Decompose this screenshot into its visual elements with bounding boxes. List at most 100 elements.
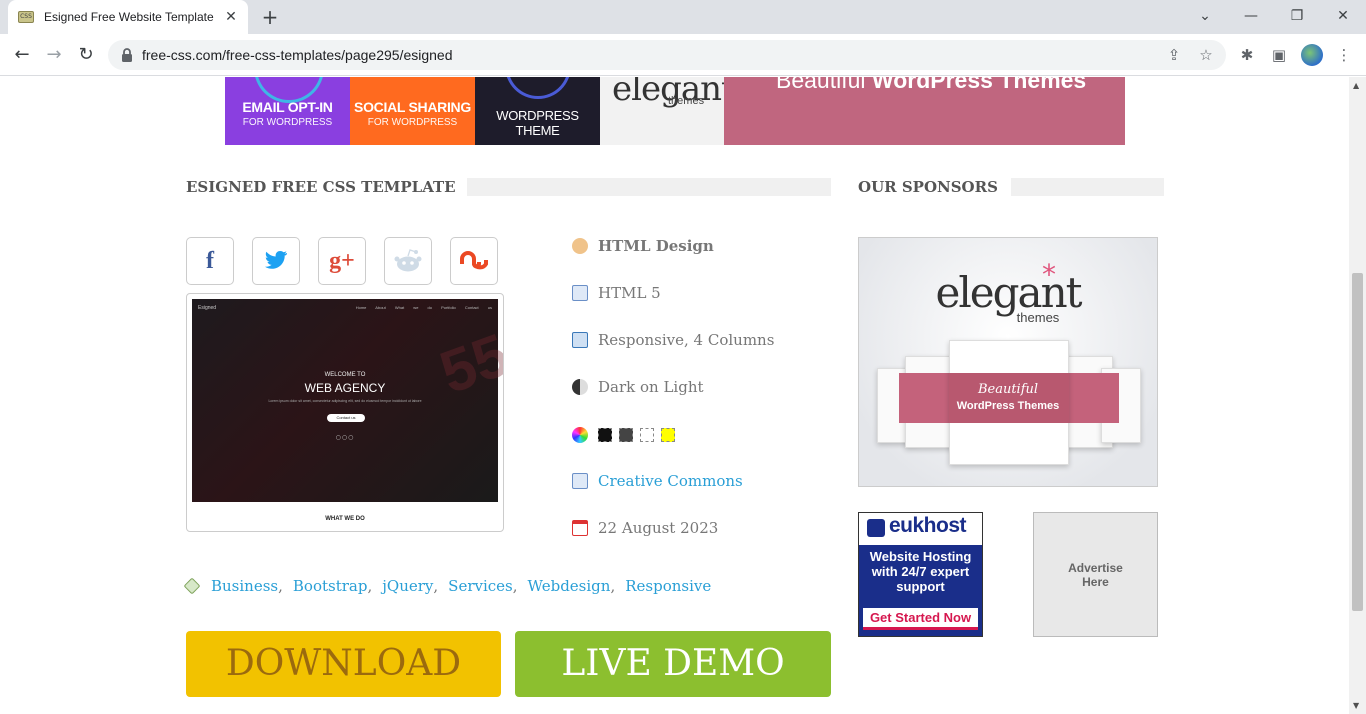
preview-brand: Esigned: [198, 305, 217, 311]
license-icon: [572, 473, 588, 489]
preview-menu: Home About What we do Portfolio Contact …: [355, 305, 492, 310]
social-title: SOCIAL SHARING: [354, 99, 471, 115]
page-title: ESIGNED FREE CSS TEMPLATE: [186, 178, 456, 196]
eukhost-cta-button[interactable]: Get Started Now: [863, 608, 978, 630]
bookmark-star-icon[interactable]: ☆: [1196, 45, 1216, 65]
google-plus-share-button[interactable]: g+: [318, 237, 366, 285]
html-code-icon: [572, 285, 588, 301]
star-icon: *: [1042, 258, 1056, 291]
page-scrollbar[interactable]: ▲ ▼: [1349, 77, 1366, 714]
live-demo-button[interactable]: LIVE DEMO: [515, 631, 831, 697]
tag-link[interactable]: jQuery: [382, 577, 433, 595]
forward-icon[interactable]: →: [41, 42, 67, 68]
themes-wordmark: themes: [1016, 310, 1060, 325]
email-optin-ad[interactable]: EMAIL OPT-IN FOR WORDPRESS: [225, 77, 350, 145]
license-link[interactable]: Creative Commons: [598, 472, 743, 490]
google-plus-icon: g+: [329, 247, 355, 274]
close-tab-icon[interactable]: ✕: [222, 8, 240, 26]
eukhost-header: eukhost: [859, 513, 982, 545]
scroll-thumb[interactable]: [1352, 273, 1363, 611]
advertise-here-box[interactable]: Advertise Here: [1033, 512, 1158, 637]
address-bar[interactable]: free-css.com/free-css-templates/page295/…: [108, 40, 1226, 70]
advertise-line2: Here: [1082, 574, 1109, 589]
stumbleupon-icon: [460, 251, 488, 270]
wp-prefix: Beautiful: [776, 77, 872, 93]
ribbon-line1: Beautiful: [977, 382, 1039, 397]
scroll-up-arrow-icon[interactable]: ▲: [1353, 81, 1359, 90]
facebook-share-button[interactable]: f: [186, 237, 234, 285]
profile-avatar[interactable]: [1301, 44, 1323, 66]
elegant-themes-sponsor-ad[interactable]: elegant * themes Beautiful WordPress The…: [858, 237, 1158, 487]
theme-text: Dark on Light: [598, 378, 704, 396]
eukhost-sponsor-ad[interactable]: eukhost Website Hosting with 24/7 expert…: [858, 512, 983, 637]
minimize-icon[interactable]: —: [1238, 4, 1264, 28]
preview-welcome: WELCOME TO: [324, 372, 366, 378]
layout-text: Responsive, 4 Columns: [598, 331, 775, 349]
side-panel-icon[interactable]: ▣: [1268, 44, 1290, 66]
template-preview-image[interactable]: 55 Esigned Home About What we do Portfol…: [186, 293, 504, 532]
eukhost-line1: Website Hosting: [869, 549, 972, 564]
eukhost-footer: Get Started Now: [859, 605, 982, 636]
tab-title: Esigned Free Website Template |: [44, 10, 214, 24]
attr-license: Creative Commons: [572, 470, 743, 492]
top-banner-ad[interactable]: EMAIL OPT-IN FOR WORDPRESS SOCIAL SHARIN…: [225, 77, 1125, 145]
tag-separator: ,: [512, 577, 518, 595]
close-window-icon[interactable]: ✕: [1330, 4, 1356, 28]
ribbon-center: [949, 373, 1069, 423]
color-swatch: [598, 428, 612, 442]
more-menu-icon[interactable]: ⋮: [1333, 44, 1355, 66]
design-text: HTML Design: [598, 237, 714, 255]
tab-strip: CSS Esigned Free Website Template | ✕ + …: [0, 0, 1366, 34]
twitter-icon: [265, 251, 287, 269]
color-swatch: [661, 428, 675, 442]
elegant-themes-logo[interactable]: elegant themes: [600, 77, 735, 145]
attr-html: HTML 5: [572, 282, 661, 304]
tag-icon: [183, 577, 201, 595]
preview-dots: ○○○: [335, 434, 355, 441]
tag-link[interactable]: Webdesign: [528, 577, 611, 595]
attr-theme: Dark on Light: [572, 376, 704, 398]
url-text[interactable]: free-css.com/free-css-templates/page295/…: [142, 40, 452, 70]
preview-lorem: Lorem ipsum dolor sit amet, consectetur …: [268, 399, 422, 403]
tag-link[interactable]: Business: [211, 577, 278, 595]
color-wheel-icon: [572, 427, 588, 443]
wordpress-theme-ad[interactable]: WORDPRESS THEME: [475, 77, 600, 145]
reddit-share-button[interactable]: [384, 237, 432, 285]
html-text: HTML 5: [598, 284, 661, 302]
date-text: 22 August 2023: [598, 519, 719, 537]
attr-date: 22 August 2023: [572, 517, 718, 539]
wordpress-themes-ad[interactable]: Beautiful WordPress Themes: [724, 77, 1125, 145]
title-divider: [467, 178, 831, 196]
designer-icon: [572, 238, 588, 254]
preview-button: Contact us: [327, 414, 365, 422]
extensions-icon[interactable]: ✱: [1236, 44, 1258, 66]
browser-toolbar: ← → ↻ free-css.com/free-css-templates/pa…: [0, 34, 1366, 76]
tag-separator: ,: [433, 577, 439, 595]
tab-search-icon[interactable]: ⌄: [1192, 4, 1218, 28]
color-swatch: [619, 428, 633, 442]
color-swatch: [640, 428, 654, 442]
stumbleupon-share-button[interactable]: [450, 237, 498, 285]
reload-icon[interactable]: ↻: [73, 42, 99, 68]
active-tab[interactable]: CSS Esigned Free Website Template | ✕: [8, 0, 248, 34]
sponsors-title: OUR SPONSORS: [858, 178, 998, 196]
download-button[interactable]: DOWNLOAD: [186, 631, 501, 697]
facebook-icon: f: [206, 247, 214, 274]
twitter-share-button[interactable]: [252, 237, 300, 285]
optin-subtitle: FOR WORDPRESS: [242, 117, 333, 128]
layout-icon: [572, 332, 588, 348]
divi-logo-icon: [505, 77, 571, 99]
scroll-down-arrow-icon[interactable]: ▼: [1353, 701, 1359, 710]
tag-link[interactable]: Services: [448, 577, 513, 595]
tag-link[interactable]: Bootstrap: [293, 577, 368, 595]
back-icon[interactable]: ←: [9, 42, 35, 68]
lock-icon[interactable]: [120, 47, 134, 63]
social-sharing-ad[interactable]: SOCIAL SHARING FOR WORDPRESS: [350, 77, 475, 145]
ribbon-line2: WordPress Themes: [956, 400, 1060, 412]
new-tab-icon[interactable]: +: [258, 5, 282, 29]
eukhost-line3: support: [896, 579, 945, 594]
share-icon[interactable]: ⇪: [1164, 45, 1184, 65]
tag-link[interactable]: Responsive: [625, 577, 711, 595]
eukhost-logo-icon: [867, 519, 885, 537]
restore-icon[interactable]: ❐: [1284, 4, 1310, 28]
